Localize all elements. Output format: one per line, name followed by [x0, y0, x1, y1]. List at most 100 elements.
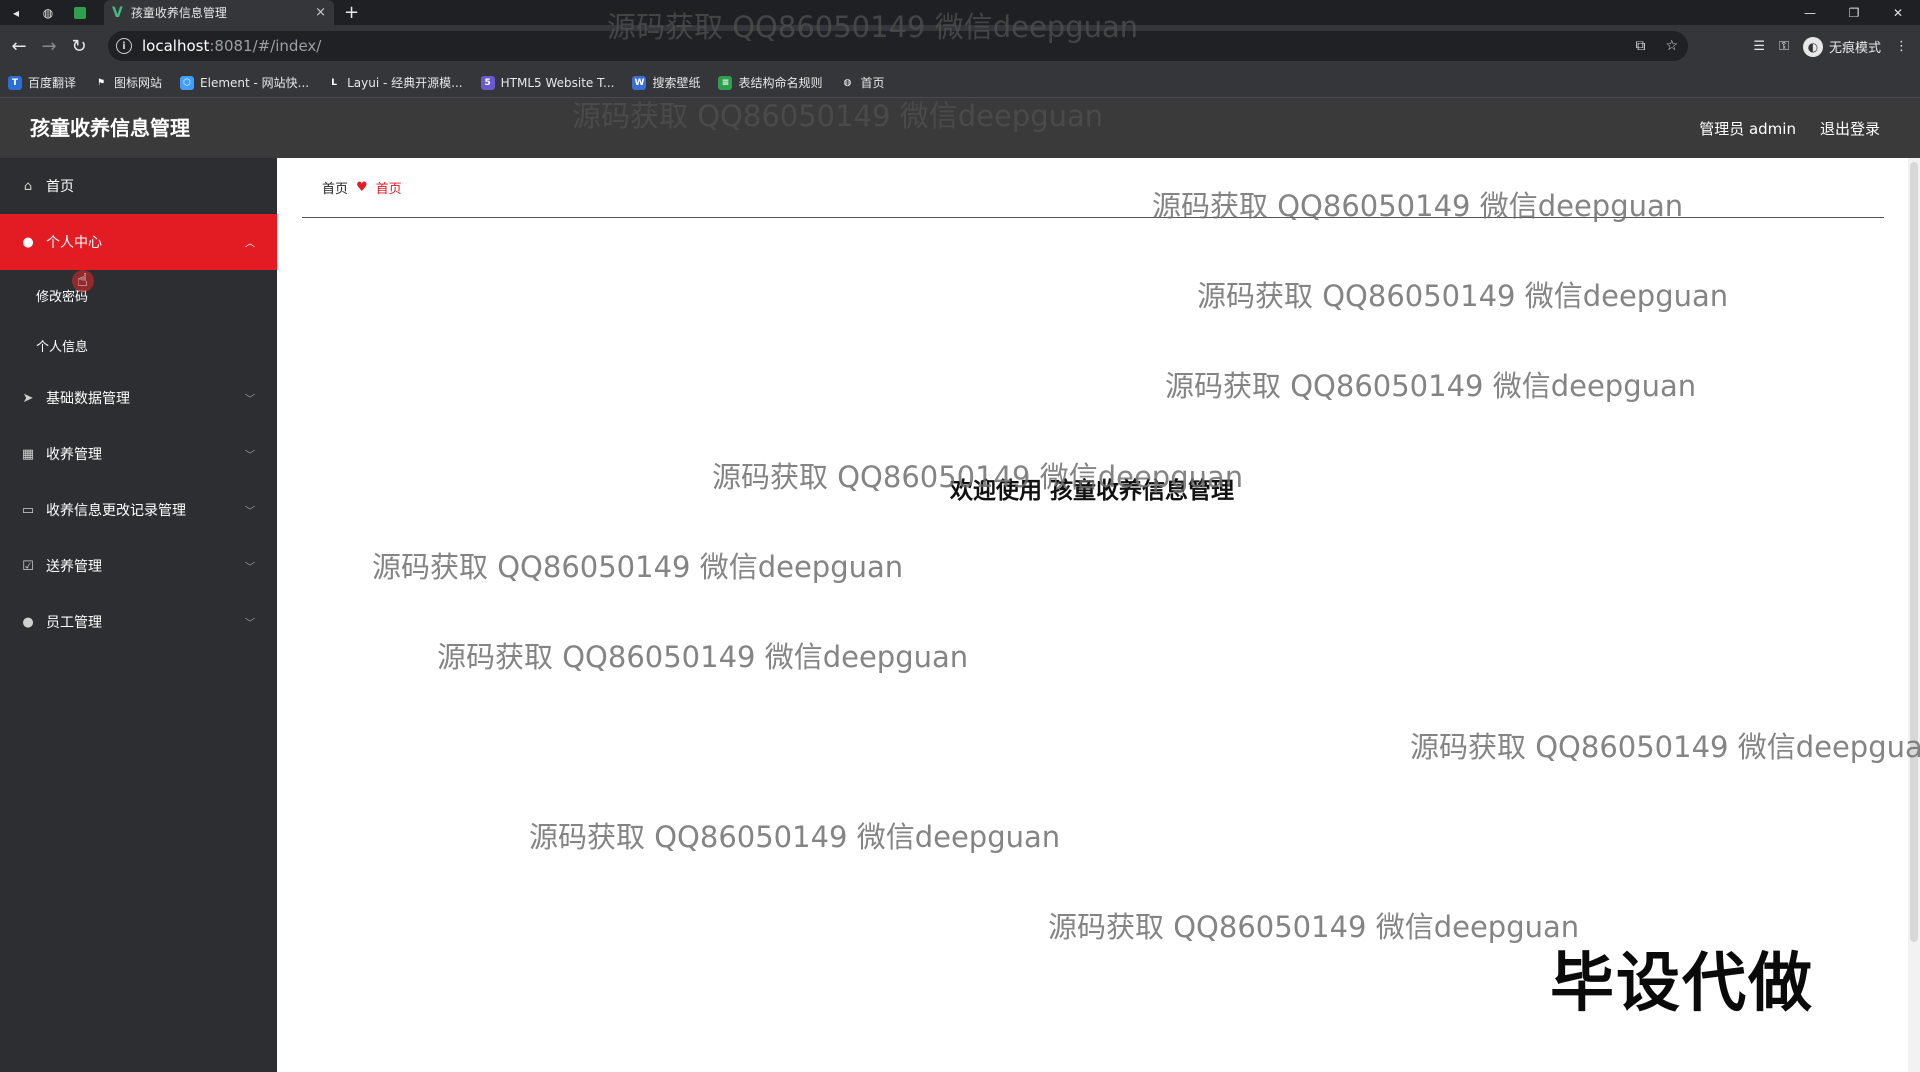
toolbar-right: ☰ ⚿ ◐ 无痕模式 ⋮ — [1753, 25, 1920, 68]
flag-icon: ⚑ — [94, 75, 109, 90]
more-menu-icon[interactable]: ⋮ — [1895, 39, 1908, 54]
browser-tabstrip: ◂ ◍ V 孩童收养信息管理 × + — ❐ ✕ — [0, 0, 1920, 25]
heart-icon: ♥ — [356, 180, 368, 195]
bookmarks-bar: T 百度翻译 ⚑ 图标网站 ⬡ Element - 网站快... L Layui - 经典开源… — [0, 68, 1920, 98]
chevron-down-icon: ﹀ — [245, 450, 255, 462]
bookmark-label: Element - 网站快... — [200, 76, 310, 90]
chevron-down-icon: ﹀ — [245, 394, 255, 406]
sidebar-item-staff[interactable]: ● 员工管理 ﹀ — [0, 594, 277, 650]
wallpaper-icon: W — [632, 75, 647, 90]
welcome-message: 欢迎使用 孩童收养信息管理 — [949, 478, 1234, 504]
bookmark-item[interactable]: ⚑ 图标网站 — [94, 74, 162, 91]
breadcrumb-root[interactable]: 首页 — [322, 178, 348, 197]
sidebar-item-label: 个人中心 — [46, 235, 102, 251]
incognito-label: 无痕模式 — [1828, 41, 1881, 56]
element-icon: ⬡ — [180, 75, 195, 90]
table-icon: ≡ — [718, 75, 733, 90]
sidebar-item-label: 基础数据管理 — [46, 391, 130, 407]
bookmark-label: 搜索壁纸 — [652, 76, 701, 90]
breadcrumb: 首页 ♥ 首页 — [302, 158, 1884, 218]
reading-list-icon[interactable]: ☰ — [1753, 39, 1765, 54]
sidebar-item-label: 收养管理 — [46, 447, 102, 463]
pinned-tab-app-icon[interactable] — [64, 0, 96, 25]
sidebar-item-relinquish[interactable]: ☑ 送养管理 ﹀ — [0, 538, 277, 594]
watermark-badge: 毕设代做 — [1550, 947, 1814, 1021]
bookmark-item[interactable]: L Layui - 经典开源模... — [327, 74, 463, 91]
sidebar-item-home[interactable]: ⌂ 首页 — [0, 158, 277, 214]
reload-icon[interactable]: ↻ — [64, 32, 94, 62]
bookmark-label: HTML5 Website T... — [500, 75, 615, 90]
chevron-down-icon: ﹀ — [245, 618, 255, 630]
layui-icon: L — [327, 75, 342, 90]
browser-toolbar: ← → ↻ i localhost :8081/#/index/ ⧉ ☆ ☰ ⚿… — [0, 25, 1920, 68]
restore-icon[interactable]: ❐ — [1832, 0, 1876, 25]
address-bar[interactable]: i localhost :8081/#/index/ ⧉ ☆ — [108, 31, 1688, 61]
bookmark-item[interactable]: W 搜索壁纸 — [632, 74, 700, 91]
bookmark-label: 百度翻译 — [28, 76, 77, 90]
sidebar-item-adoption[interactable]: ▦ 收养管理 ﹀ — [0, 426, 277, 482]
browser-tab-title: 孩童收养信息管理 — [130, 6, 227, 20]
globe-icon: ◍ — [840, 75, 855, 90]
bookmark-item[interactable]: T 百度翻译 — [8, 74, 76, 91]
bookmark-star-icon[interactable]: ☆ — [1665, 38, 1678, 54]
site-info-icon[interactable]: i — [116, 38, 132, 54]
message-icon: ▭ — [21, 502, 35, 518]
app-header: 孩童收养信息管理 管理员 admin 退出登录 — [0, 98, 1920, 158]
url-host: localhost — [142, 37, 210, 55]
chevron-up-icon: ︿ — [245, 238, 255, 250]
sidebar-subitem-label: 个人信息 — [36, 339, 89, 355]
chevron-down-icon: ﹀ — [245, 506, 255, 518]
back-arrow-icon[interactable]: ← — [4, 32, 34, 62]
chevron-down-icon: ﹀ — [245, 562, 255, 574]
scrollbar-thumb[interactable] — [1910, 162, 1918, 942]
password-key-icon[interactable]: ⚿ — [1779, 39, 1789, 54]
sidebar-item-label: 送养管理 — [46, 559, 102, 575]
new-tab-button[interactable]: + — [344, 0, 359, 25]
bookmark-item[interactable]: ≡ 表结构命名规则 — [718, 74, 822, 91]
sidebar: ⌂ 首页 ● 个人中心 ︿ 修改密码 个人信息 ➤ 基础数据管理 ﹀ ▦ 收养管… — [0, 158, 277, 1072]
bookmark-item[interactable]: ⬡ Element - 网站快... — [180, 74, 309, 91]
sidebar-item-basic-data[interactable]: ➤ 基础数据管理 ﹀ — [0, 370, 277, 426]
incognito-icon: ◐ — [1802, 36, 1823, 57]
user-icon: ● — [22, 234, 34, 250]
paper-plane-icon: ➤ — [22, 390, 34, 406]
minimize-icon[interactable]: — — [1788, 0, 1832, 25]
sidebar-item-label: 收养信息更改记录管理 — [46, 503, 186, 519]
bookmark-label: Layui - 经典开源模... — [347, 76, 463, 90]
forward-arrow-icon[interactable]: → — [34, 32, 64, 62]
bookmark-item[interactable]: 5 HTML5 Website T... — [480, 75, 615, 90]
baidu-translate-icon: T — [8, 75, 22, 90]
vue-favicon-icon: V — [112, 4, 123, 21]
sidebar-subitem-personal-info[interactable]: 个人信息 — [0, 320, 277, 370]
translate-icon[interactable]: ⧉ — [1635, 38, 1645, 54]
browser-tab-active[interactable]: V 孩童收养信息管理 × — [104, 0, 334, 25]
header-user-area: 管理员 admin 退出登录 — [1699, 98, 1880, 158]
bookmark-label: 表结构命名规则 — [738, 76, 823, 90]
url-path: :8081/#/index/ — [209, 37, 322, 55]
pinned-tab-globe-icon[interactable]: ◍ — [32, 0, 64, 25]
html5-icon: 5 — [480, 75, 495, 90]
home-icon: ⌂ — [23, 178, 33, 194]
app-title: 孩童收养信息管理 — [30, 116, 190, 140]
bookmark-item[interactable]: ◍ 首页 — [840, 74, 885, 91]
sidebar-item-label: 员工管理 — [46, 615, 102, 631]
close-tab-icon[interactable]: × — [315, 5, 326, 20]
incognito-indicator[interactable]: ◐ 无痕模式 — [1802, 36, 1881, 57]
sidebar-subitem-change-password[interactable]: 修改密码 — [0, 270, 277, 320]
window-controls: — ❐ ✕ — [1788, 0, 1920, 25]
sidebar-item-label: 首页 — [46, 179, 74, 195]
hand-cursor-icon: ☝ — [77, 270, 88, 291]
user-icon: ● — [22, 614, 34, 630]
checkbox-icon: ☑ — [22, 558, 34, 574]
sidebar-item-personal-center[interactable]: ● 个人中心 ︿ — [0, 214, 277, 270]
sidebar-item-adoption-changes[interactable]: ▭ 收养信息更改记录管理 ﹀ — [0, 482, 277, 538]
close-window-icon[interactable]: ✕ — [1876, 0, 1920, 25]
breadcrumb-current: 首页 — [375, 182, 402, 197]
bookmark-label: 首页 — [860, 76, 885, 90]
tab-audio-icon[interactable]: ◂ — [0, 0, 32, 25]
admin-user-label: 管理员 admin — [1699, 119, 1796, 138]
bookmark-label: 图标网站 — [114, 76, 163, 90]
main-scrollbar[interactable] — [1908, 158, 1920, 1072]
logout-button[interactable]: 退出登录 — [1820, 118, 1880, 139]
grid-icon: ▦ — [21, 446, 35, 462]
